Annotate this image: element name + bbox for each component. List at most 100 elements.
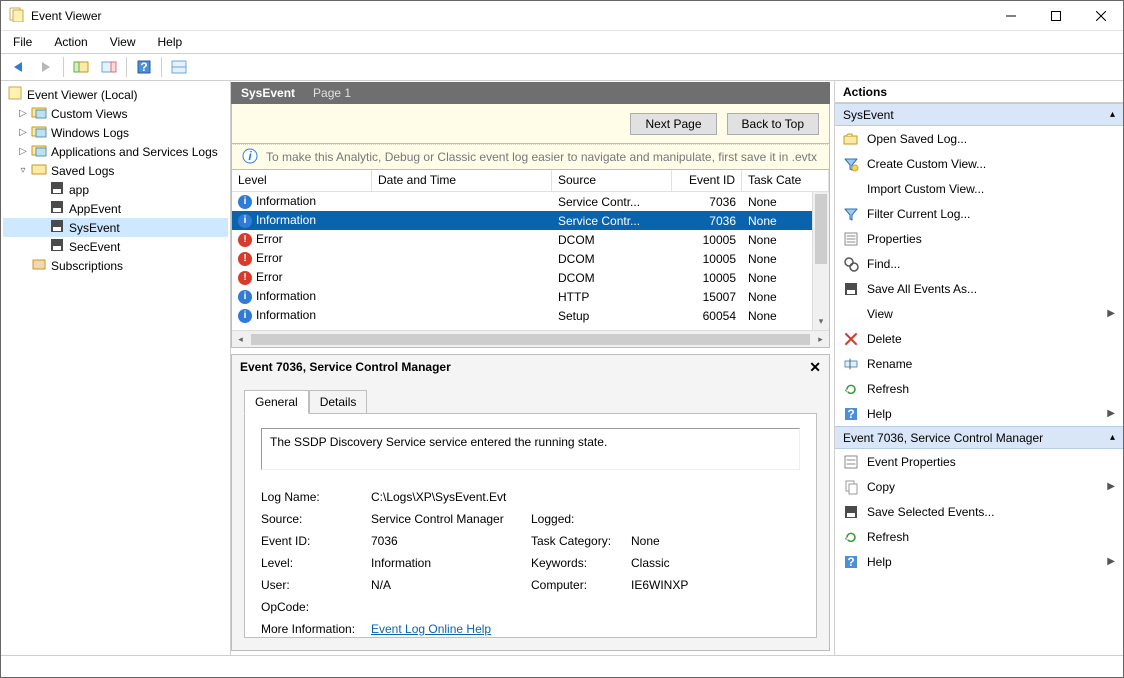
taskcat-label: Task Category:	[531, 534, 631, 548]
action-event-properties[interactable]: Event Properties	[835, 449, 1123, 474]
table-row[interactable]: !ErrorDCOM10005None	[232, 268, 829, 287]
action-find[interactable]: Find...	[835, 251, 1123, 276]
menu-file[interactable]: File	[9, 33, 36, 51]
action-help-2[interactable]: ?Help▶	[835, 549, 1123, 574]
action-open-saved-log[interactable]: Open Saved Log...	[835, 126, 1123, 151]
disk-icon	[49, 218, 65, 237]
help-icon: ?	[843, 554, 859, 570]
table-row[interactable]: iInformationHTTP15007None	[232, 287, 829, 306]
action-help[interactable]: ?Help▶	[835, 401, 1123, 426]
level-value: Information	[371, 556, 531, 570]
tree-subscriptions[interactable]: Subscriptions	[3, 256, 228, 275]
col-header-level[interactable]: Level	[232, 170, 372, 191]
tab-general[interactable]: General	[244, 390, 309, 414]
expand-icon[interactable]: ▷	[17, 108, 29, 119]
action-refresh-2[interactable]: Refresh	[835, 524, 1123, 549]
info-icon: i	[238, 309, 252, 323]
tree-root[interactable]: Event Viewer (Local)	[3, 85, 228, 104]
actions-section-sysevent[interactable]: SysEvent ▴	[835, 103, 1123, 126]
action-save-all[interactable]: Save All Events As...	[835, 276, 1123, 301]
next-page-button[interactable]: Next Page	[630, 113, 716, 135]
eventid-value: 7036	[371, 534, 531, 548]
moreinfo-link[interactable]: Event Log Online Help	[371, 622, 491, 636]
event-properties-grid: Log Name: C:\Logs\XP\SysEvent.Evt Source…	[261, 490, 800, 636]
expand-icon[interactable]: ▷	[17, 127, 29, 138]
user-value: N/A	[371, 578, 531, 592]
refresh-icon	[843, 529, 859, 545]
detail-close-button[interactable]: ✕	[809, 359, 821, 376]
tree-windows-logs[interactable]: ▷ Windows Logs	[3, 123, 228, 142]
back-to-top-button[interactable]: Back to Top	[727, 113, 819, 135]
collapse-icon: ▴	[1110, 432, 1115, 443]
table-row[interactable]: iInformationService Contr...7036None	[232, 192, 829, 211]
action-view[interactable]: View▶	[835, 301, 1123, 326]
tree-saved-secevent[interactable]: SecEvent	[3, 237, 228, 256]
col-header-taskcat[interactable]: Task Cate	[742, 170, 829, 191]
chevron-right-icon: ▶	[1107, 408, 1115, 419]
table-row[interactable]: !ErrorDCOM10005None	[232, 249, 829, 268]
blank-icon	[843, 306, 859, 322]
level-label: Level:	[261, 556, 371, 570]
help-icon: ?	[843, 406, 859, 422]
content-header-page: Page 1	[313, 86, 351, 100]
menu-view[interactable]: View	[106, 33, 140, 51]
scroll-right-icon[interactable]: ▸	[812, 334, 829, 345]
collapse-icon: ▴	[1110, 109, 1115, 120]
expand-icon[interactable]: ▷	[17, 146, 29, 157]
logname-label: Log Name:	[261, 490, 371, 504]
tab-details[interactable]: Details	[309, 390, 368, 414]
show-hide-action-button[interactable]	[98, 56, 120, 78]
disk-icon	[49, 180, 65, 199]
forward-button[interactable]	[35, 56, 57, 78]
col-header-eventid[interactable]: Event ID	[672, 170, 742, 191]
keywords-label: Keywords:	[531, 556, 631, 570]
action-import-custom-view[interactable]: Import Custom View...	[835, 176, 1123, 201]
actions-section-event[interactable]: Event 7036, Service Control Manager ▴	[835, 426, 1123, 449]
table-row[interactable]: iInformationService Contr...7036None	[232, 211, 829, 230]
maximize-button[interactable]	[1033, 1, 1078, 30]
filter-new-icon	[843, 156, 859, 172]
vertical-scrollbar[interactable]: ▾	[812, 192, 829, 330]
table-row[interactable]: iInformationSetup60054None	[232, 306, 829, 325]
menu-help[interactable]: Help	[154, 33, 187, 51]
actions-title: Actions	[835, 81, 1123, 103]
action-delete[interactable]: Delete	[835, 326, 1123, 351]
action-refresh[interactable]: Refresh	[835, 376, 1123, 401]
logged-value	[631, 512, 800, 526]
horizontal-scrollbar[interactable]: ◂ ▸	[232, 330, 829, 347]
action-rename[interactable]: Rename	[835, 351, 1123, 376]
action-copy[interactable]: Copy▶	[835, 474, 1123, 499]
error-icon: !	[238, 233, 252, 247]
scroll-down-icon[interactable]: ▾	[813, 313, 829, 330]
collapse-icon[interactable]: ▿	[17, 165, 29, 176]
content-header: SysEvent Page 1	[231, 82, 830, 104]
properties-icon	[843, 454, 859, 470]
preview-pane-button[interactable]	[168, 56, 190, 78]
menu-action[interactable]: Action	[50, 33, 91, 51]
scroll-left-icon[interactable]: ◂	[232, 334, 249, 345]
table-row[interactable]: !ErrorDCOM10005None	[232, 230, 829, 249]
tree-saved-sysevent[interactable]: SysEvent	[3, 218, 228, 237]
folder-open-icon	[843, 131, 859, 147]
close-button[interactable]	[1078, 1, 1123, 30]
action-properties[interactable]: Properties	[835, 226, 1123, 251]
blank-icon	[843, 181, 859, 197]
event-grid: Level Date and Time Source Event ID Task…	[231, 170, 830, 348]
tree-saved-app[interactable]: app	[3, 180, 228, 199]
chevron-right-icon: ▶	[1107, 481, 1115, 492]
action-save-selected[interactable]: Save Selected Events...	[835, 499, 1123, 524]
show-hide-tree-button[interactable]	[70, 56, 92, 78]
back-button[interactable]	[7, 56, 29, 78]
action-filter-log[interactable]: Filter Current Log...	[835, 201, 1123, 226]
action-create-custom-view[interactable]: Create Custom View...	[835, 151, 1123, 176]
svg-text:?: ?	[847, 555, 854, 569]
tree-custom-views[interactable]: ▷ Custom Views	[3, 104, 228, 123]
tree-saved-logs[interactable]: ▿ Saved Logs	[3, 161, 228, 180]
col-header-source[interactable]: Source	[552, 170, 672, 191]
user-label: User:	[261, 578, 371, 592]
help-toolbar-button[interactable]: ?	[133, 56, 155, 78]
col-header-datetime[interactable]: Date and Time	[372, 170, 552, 191]
tree-saved-appevent[interactable]: AppEvent	[3, 199, 228, 218]
minimize-button[interactable]	[988, 1, 1033, 30]
tree-apps-services-logs[interactable]: ▷ Applications and Services Logs	[3, 142, 228, 161]
